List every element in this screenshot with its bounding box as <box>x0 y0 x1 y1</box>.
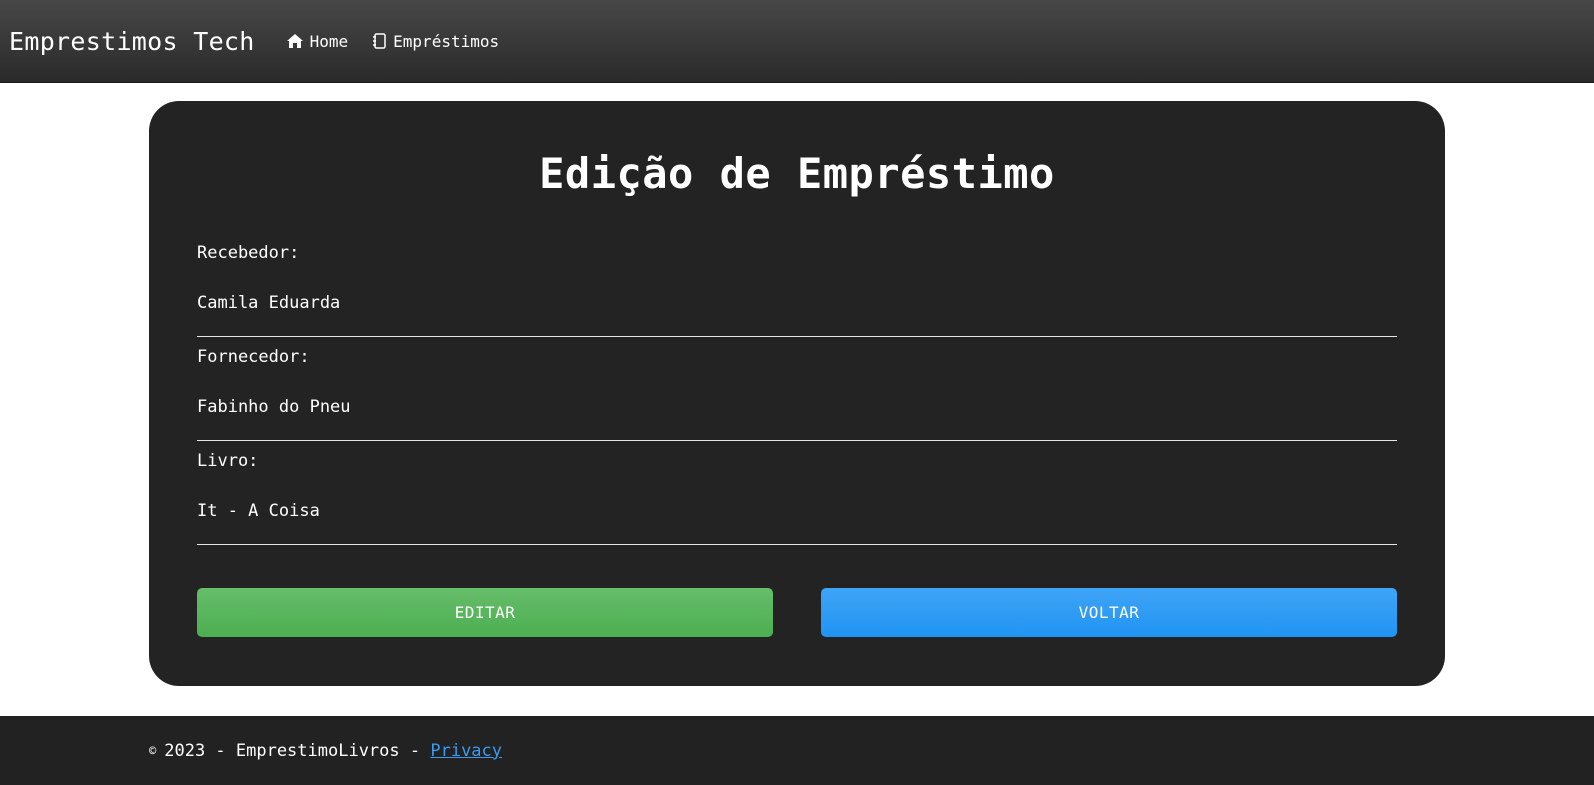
recebedor-input[interactable] <box>197 283 1397 323</box>
edit-button[interactable]: EDITAR <box>197 588 773 637</box>
page-title: Edição de Empréstimo <box>539 149 1055 198</box>
livro-label: Livro: <box>197 451 259 471</box>
fornecedor-input[interactable] <box>197 387 1397 427</box>
field-recebedor: Recebedor: <box>197 243 1397 337</box>
home-icon <box>286 34 303 48</box>
edit-loan-card: Edição de Empréstimo Recebedor: Forneced… <box>149 101 1445 686</box>
brand-link[interactable]: Emprestimos Tech <box>9 27 255 56</box>
nav-link-emprestimos-label: Empréstimos <box>393 31 500 51</box>
notebook-icon <box>373 33 386 49</box>
nav-link-emprestimos[interactable]: Empréstimos <box>372 32 499 51</box>
nav-link-home[interactable]: Home <box>286 31 349 51</box>
back-button[interactable]: VOLTAR <box>821 588 1397 637</box>
privacy-link[interactable]: Privacy <box>430 741 502 761</box>
livro-input[interactable] <box>197 491 1397 531</box>
copyright-symbol: © <box>149 743 157 758</box>
field-livro: Livro: <box>197 451 1397 545</box>
fornecedor-label: Fornecedor: <box>197 347 310 367</box>
recebedor-label: Recebedor: <box>197 243 300 263</box>
top-navbar: Emprestimos Tech Home Empréstimos <box>0 0 1594 83</box>
footer-text: 2023 - EmprestimoLivros - <box>164 740 421 761</box>
nav-link-home-label: Home <box>309 31 349 51</box>
page-footer: © 2023 - EmprestimoLivros - Privacy <box>0 716 1594 785</box>
field-fornecedor: Fornecedor: <box>197 347 1397 441</box>
